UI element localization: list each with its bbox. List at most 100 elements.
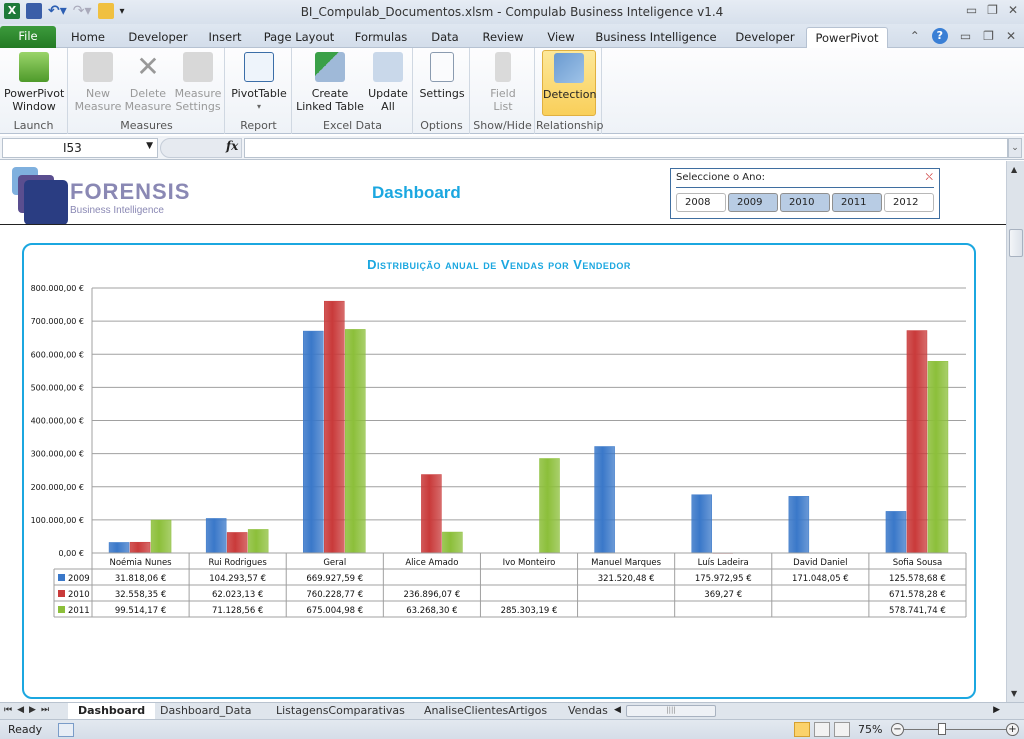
x-category-label: Geral (323, 558, 346, 568)
data-label: 32.558,35 € (115, 590, 166, 600)
group-label-relationship: Relationship (536, 119, 604, 132)
zoom-in-icon[interactable]: + (1006, 723, 1019, 736)
data-label: 125.578,68 € (889, 574, 946, 584)
slicer-year-2009[interactable]: 2009 (728, 193, 778, 212)
bar-2010 (226, 532, 248, 554)
status-text: Ready (8, 723, 43, 736)
zoom-out-icon[interactable]: − (891, 723, 904, 736)
x-category-label: Alice Amado (405, 558, 458, 568)
page-break-view-icon[interactable] (834, 722, 850, 737)
tab-home[interactable]: Home (64, 27, 112, 48)
tab-view[interactable]: View (540, 27, 582, 48)
pivottable-button[interactable]: PivotTable ▾ (229, 50, 289, 113)
formula-input[interactable] (244, 138, 1008, 158)
restore-icon[interactable]: ❐ (987, 3, 998, 17)
slicer-year-2012[interactable]: 2012 (884, 193, 934, 212)
tab-review[interactable]: Review (476, 27, 530, 48)
slicer-year-2010[interactable]: 2010 (780, 193, 830, 212)
tab-developer-2[interactable]: Developer (730, 27, 800, 48)
group-label-report: Report (240, 119, 277, 132)
minimize-ribbon-icon[interactable]: ⌃ (910, 29, 920, 43)
create-linked-table-button[interactable]: Create Linked Table (295, 50, 365, 113)
zoom-slider-thumb[interactable] (937, 723, 946, 735)
page-layout-view-icon[interactable] (814, 722, 830, 737)
data-label: 236.896,07 € (403, 590, 460, 600)
data-label: 675.004,98 € (306, 606, 363, 616)
horizontal-scroll-thumb[interactable]: |||| (626, 705, 716, 717)
clear-filter-icon[interactable]: ⛌ (926, 172, 933, 183)
new-measure-button[interactable]: New Measure (73, 50, 123, 113)
scroll-up-icon[interactable]: ▲ (1011, 165, 1017, 174)
measure-settings-icon (183, 52, 213, 82)
x-category-label: Manuel Marques (591, 558, 662, 568)
measure-settings-button[interactable]: Measure Settings (173, 50, 223, 113)
zoom-slider-track[interactable] (902, 729, 1012, 730)
sheet-nav-arrows[interactable]: ⏮◀▶⏭ (4, 705, 54, 715)
scroll-down-icon[interactable]: ▼ (1011, 689, 1017, 698)
data-label: 669.927,59 € (306, 574, 363, 584)
vertical-scroll-thumb[interactable] (1009, 229, 1023, 257)
scroll-left-icon[interactable]: ◀ (614, 705, 621, 715)
workbook-minimize-icon[interactable]: ▭ (960, 29, 971, 43)
bar-2009 (108, 542, 130, 554)
bar-2011 (247, 529, 269, 554)
worksheet[interactable]: FORENSIS Business Intelligence Dashboard… (0, 161, 1006, 702)
bar-2010 (324, 300, 345, 554)
chevron-down-icon[interactable]: ▼ (146, 141, 153, 151)
y-tick-label: 700.000,00 € (31, 317, 84, 326)
data-label: 171.048,05 € (792, 574, 849, 584)
legend-label: 2010 (68, 590, 90, 600)
pivottable-icon (244, 52, 274, 82)
sheet-tab-analise[interactable]: AnaliseClientesArtigos (414, 703, 557, 719)
horizontal-scrollbar[interactable]: ◀ |||| ▶ (614, 705, 1006, 718)
sheet-tab-dashboard[interactable]: Dashboard (68, 703, 156, 719)
y-tick-label: 200.000,00 € (31, 483, 84, 492)
tab-formulas[interactable]: Formulas (350, 27, 412, 48)
workbook-restore-icon[interactable]: ❐ (983, 29, 994, 43)
tab-data[interactable]: Data (424, 27, 466, 48)
powerpivot-window-button[interactable]: PowerPivot Window (4, 50, 64, 113)
sheet-tab-listagens[interactable]: ListagensComparativas (266, 703, 415, 719)
bar-2011 (442, 531, 463, 554)
field-list-button[interactable]: Field List (478, 50, 528, 113)
delete-measure-button[interactable]: ✕ Delete Measure (123, 50, 173, 114)
tab-file[interactable]: File (0, 26, 56, 48)
workbook-close-icon[interactable]: ✕ (1006, 29, 1016, 43)
sheet-tab-dashboard-data[interactable]: Dashboard_Data (150, 703, 261, 719)
chart-plot: 0,00 € 100.000,00 € 200.000,00 € 300.000,00… (31, 284, 967, 618)
relationship-detection-icon (554, 53, 584, 83)
data-label: 99.514,17 € (115, 606, 166, 616)
help-icon[interactable]: ? (931, 28, 948, 44)
macro-record-icon[interactable] (58, 723, 74, 737)
tab-powerpivot[interactable]: PowerPivot (806, 27, 888, 48)
tab-insert[interactable]: Insert (202, 27, 248, 48)
data-label: 285.303,19 € (501, 606, 558, 616)
slicer-year-2008[interactable]: 2008 (676, 193, 726, 212)
vertical-scrollbar[interactable]: ▲ ▼ (1006, 161, 1024, 702)
tab-developer[interactable]: Developer (122, 27, 194, 48)
legend-key-2011 (58, 606, 65, 613)
sheet-tab-vendas[interactable]: Vendas (558, 703, 610, 719)
group-options: Settings Options (414, 48, 470, 134)
sales-chart[interactable]: Distribuição anual de Vendas por Vendedo… (22, 243, 976, 699)
title-bar: X ↶▾ ↷▾ ▾ BI_Compulab_Documentos.xlsm - … (0, 0, 1024, 24)
insert-function-icon[interactable]: fx (226, 139, 238, 153)
linked-table-icon (315, 52, 345, 82)
minimize-icon[interactable]: ▭ (966, 3, 977, 17)
tab-business-intelligence[interactable]: Business Intelligence (594, 27, 718, 48)
slicer-year-2011[interactable]: 2011 (832, 193, 882, 212)
ribbon-controls: ⌃ ? ▭ ❐ ✕ (910, 28, 1016, 44)
bar-2009 (303, 330, 324, 554)
close-icon[interactable]: ✕ (1008, 3, 1018, 17)
normal-view-icon[interactable] (794, 722, 810, 737)
ribbon: PowerPivot Window Launch New Measure ✕ D… (0, 48, 1024, 134)
name-box[interactable]: I53 ▼ (2, 138, 158, 158)
settings-button[interactable]: Settings (417, 50, 467, 100)
scroll-right-icon[interactable]: ▶ (993, 705, 1000, 715)
expand-formula-bar-icon[interactable]: ⌄ (1008, 138, 1022, 158)
tab-page-layout[interactable]: Page Layout (258, 27, 340, 48)
zoom-level[interactable]: 75% (858, 723, 882, 736)
name-box-value: I53 (63, 141, 82, 155)
update-all-button[interactable]: Update All (365, 50, 411, 113)
detection-button[interactable]: Detection (542, 50, 596, 116)
